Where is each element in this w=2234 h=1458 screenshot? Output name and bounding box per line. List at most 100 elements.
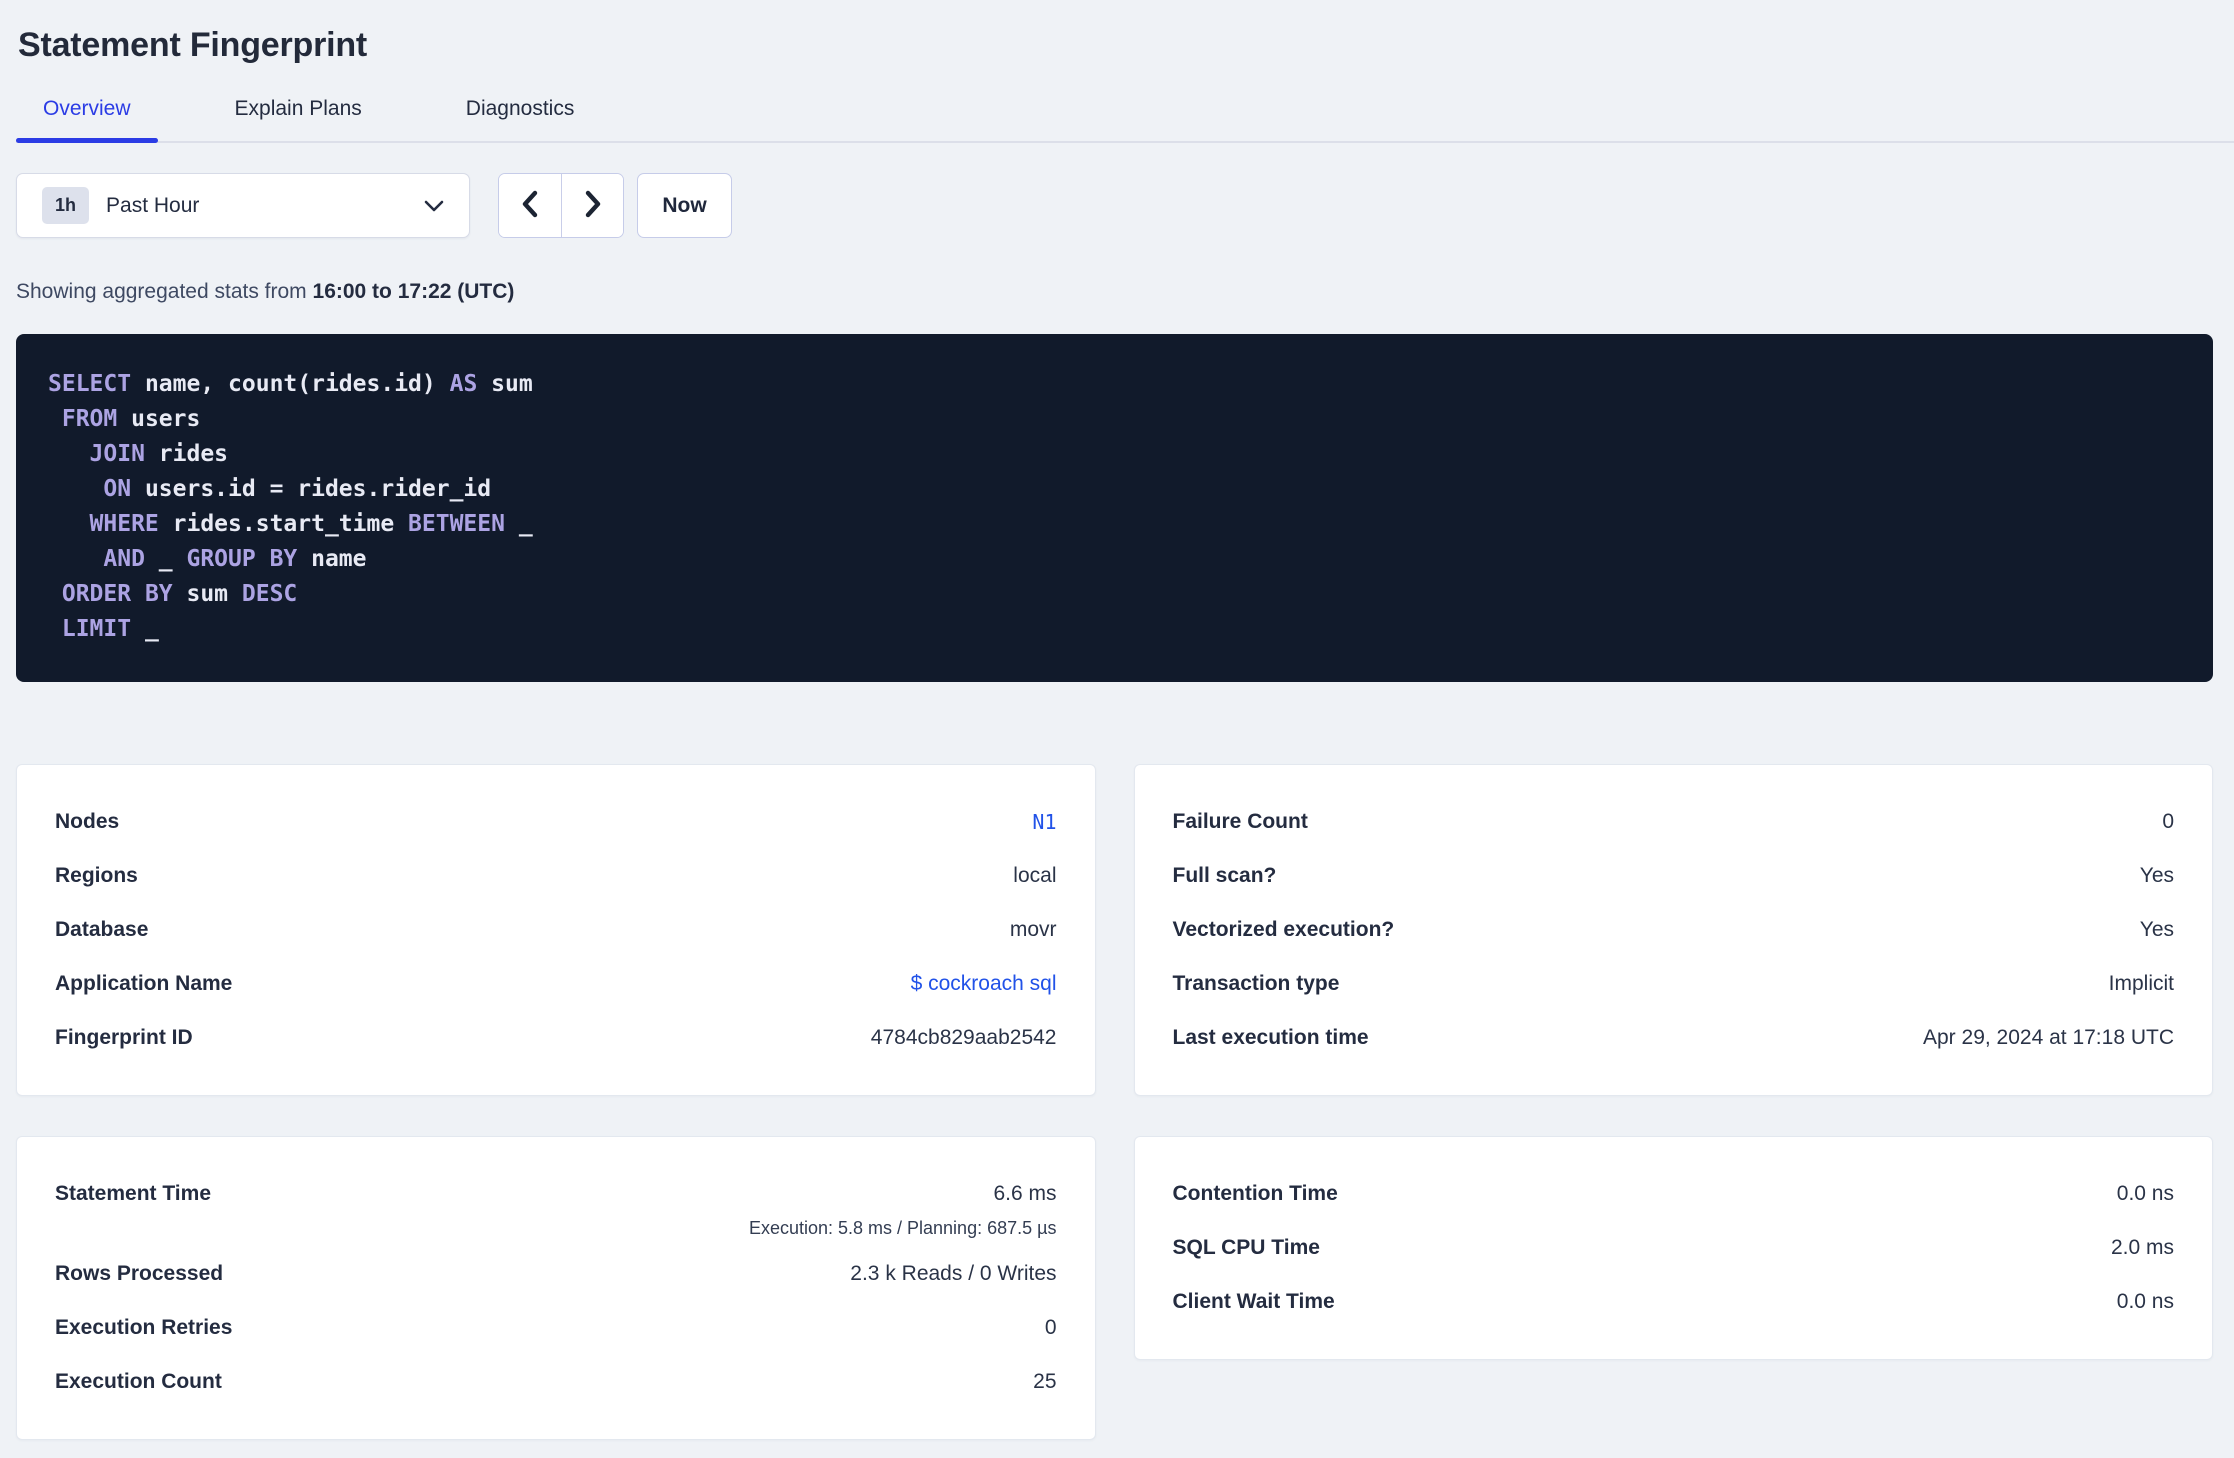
sql-text: users — [117, 406, 201, 432]
stat-value-wrap: $ cockroach sql — [911, 957, 1057, 1011]
stats-note-range: 16:00 to 17:22 (UTC) — [312, 280, 515, 303]
chevron-down-icon — [423, 199, 445, 213]
stat-row: Nodes N1 — [55, 795, 1057, 849]
sql-line: JOIN rides — [48, 437, 2181, 472]
summary-cards: Nodes N1 Regions local Database movr Applicati… — [16, 764, 2213, 1440]
stat-value: 2.3 k Reads / 0 Writes — [850, 1262, 1057, 1285]
stat-label: Vectorized execution? — [1172, 918, 1395, 941]
now-button[interactable]: Now — [637, 173, 732, 238]
stat-row: Contention Time 0.0 ns — [1173, 1167, 2175, 1221]
execution-attributes-card: Failure Count 0 Full scan? Yes Vectorized ex… — [1133, 764, 2213, 1096]
stat-value: 25 — [1033, 1370, 1057, 1393]
stat-value-wrap: 25 — [1033, 1355, 1056, 1409]
stat-row: Application Name $ cockroach sql — [55, 957, 1057, 1011]
stat-value-wrap: Apr 29, 2024 at 17:18 UTC — [1923, 1011, 2174, 1065]
stat-row: Regions local — [55, 849, 1057, 903]
stat-value: 4784cb829aab2542 — [870, 1026, 1057, 1049]
stat-label: Database — [55, 918, 149, 941]
stat-value: movr — [1009, 918, 1057, 941]
sql-keyword: ORDER BY — [61, 581, 173, 607]
stat-value-wrap: Yes — [2140, 903, 2174, 957]
stat-value-wrap: 0 — [2162, 795, 2174, 849]
sql-text: rides.start_time — [158, 511, 409, 537]
tab-overview[interactable]: Overview — [16, 87, 158, 143]
stat-label: Execution Count — [55, 1370, 222, 1393]
aggregated-stats-note: Showing aggregated stats from 16:00 to 1… — [16, 280, 2213, 304]
next-interval-button[interactable] — [561, 174, 623, 237]
stat-value-link[interactable]: N1 — [1032, 795, 1056, 849]
stat-label: Fingerprint ID — [55, 1026, 193, 1049]
sql-line: SELECT name, count(rides.id) AS sum — [48, 367, 2181, 402]
stat-value: Apr 29, 2024 at 17:18 UTC — [1923, 1026, 2174, 1049]
stat-row: Failure Count 0 — [1173, 795, 2175, 849]
stat-row: Database movr — [55, 903, 1057, 957]
sql-keyword: FROM — [61, 406, 118, 432]
sql-keyword: AND — [103, 546, 145, 572]
sql-text: name, count(rides.id) — [131, 371, 450, 397]
stat-row: Vectorized execution? Yes — [1173, 903, 2175, 957]
sql-keyword: AS — [449, 371, 478, 397]
stat-value-wrap: 4784cb829aab2542 — [871, 1011, 1057, 1065]
stat-label: Contention Time — [1172, 1182, 1338, 1205]
stat-label: Regions — [55, 864, 138, 887]
stat-row: SQL CPU Time 2.0 ms — [1173, 1221, 2175, 1275]
stat-value-wrap: 0.0 ns — [2117, 1167, 2174, 1221]
sql-keyword: ON — [103, 476, 132, 502]
stat-value: 0.0 ns — [2116, 1290, 2174, 1313]
sql-keyword: WHERE — [89, 511, 159, 537]
tab-diagnostics[interactable]: Diagnostics — [439, 87, 602, 141]
stat-row: Fingerprint ID 4784cb829aab2542 — [55, 1011, 1057, 1065]
time-range-label: Past Hour — [106, 193, 200, 217]
stats-note-prefix: Showing aggregated stats from — [16, 280, 313, 303]
page-title: Statement Fingerprint — [18, 26, 368, 64]
stat-value-wrap: 0 — [1045, 1301, 1057, 1355]
sql-text: users.id = rides.rider_id — [131, 476, 492, 502]
chevron-left-icon — [520, 189, 540, 222]
sql-text: _ — [131, 616, 159, 642]
statement-times-card: Statement Time 6.6 ms Execution: 5.8 ms / … — [16, 1136, 1096, 1440]
sql-keyword: JOIN — [89, 441, 145, 467]
sql-keyword: BETWEEN — [408, 511, 505, 537]
stat-label: Rows Processed — [55, 1262, 224, 1285]
sql-statement-fingerprint: SELECT name, count(rides.id) AS sum FROM… — [16, 334, 2213, 682]
prev-interval-button[interactable] — [499, 174, 561, 237]
stat-value-wrap: movr — [1010, 903, 1057, 957]
stat-value-wrap: Yes — [2140, 849, 2174, 903]
sql-text: rides — [144, 441, 229, 467]
stat-subvalue: Execution: 5.8 ms / Planning: 687.5 µs — [748, 1218, 1057, 1238]
stat-value-wrap: local — [1013, 849, 1056, 903]
sql-text: _ — [144, 546, 187, 572]
stat-value: 0 — [1044, 1316, 1057, 1339]
sql-text: _ — [504, 511, 533, 537]
stat-value-wrap: 2.3 k Reads / 0 Writes — [850, 1247, 1056, 1301]
interval-arrows — [498, 173, 624, 238]
stat-label: Transaction type — [1172, 972, 1340, 995]
stat-value-wrap: Implicit — [2109, 957, 2174, 1011]
sql-keyword: GROUP BY — [186, 546, 298, 572]
stat-label: Application Name — [55, 972, 233, 995]
statement-details-card: Nodes N1 Regions local Database movr Applicati… — [16, 764, 1096, 1096]
resource-usage-card: Contention Time 0.0 ns SQL CPU Time 2.0 ms C… — [1133, 1136, 2213, 1360]
stat-value-wrap: 0.0 ns — [2117, 1275, 2174, 1329]
sql-line: ORDER BY sum DESC — [48, 577, 2181, 612]
time-range-picker[interactable]: 1h Past Hour — [16, 173, 470, 238]
stat-row: Execution Retries 0 — [55, 1301, 1057, 1355]
stat-row: Rows Processed 2.3 k Reads / 0 Writes — [55, 1247, 1057, 1301]
stat-value: local — [1013, 864, 1057, 887]
time-range-badge: 1h — [42, 187, 90, 224]
stat-label: Nodes — [55, 810, 120, 833]
sql-text: sum — [477, 371, 533, 397]
tab-explain-plans[interactable]: Explain Plans — [208, 87, 389, 141]
stat-label: Client Wait Time — [1172, 1290, 1335, 1313]
stat-row: Full scan? Yes — [1173, 849, 2175, 903]
stat-value: 2.0 ms — [2110, 1236, 2174, 1259]
stat-value-link[interactable]: $ cockroach sql — [911, 957, 1057, 1011]
sql-keyword: LIMIT — [61, 616, 132, 642]
stat-label: Last execution time — [1172, 1026, 1369, 1049]
stat-label: SQL CPU Time — [1172, 1236, 1320, 1259]
